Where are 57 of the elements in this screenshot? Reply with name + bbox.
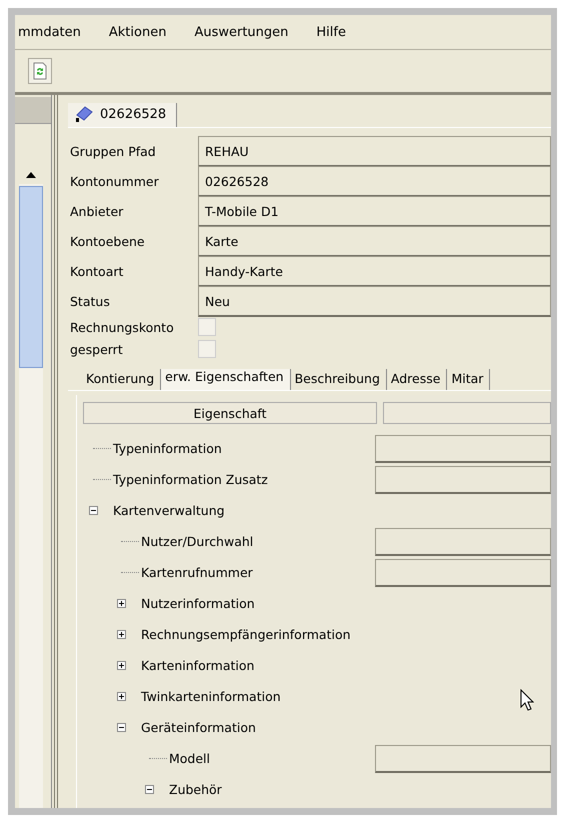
value-field[interactable] bbox=[375, 466, 551, 494]
column-header[interactable]: Eigenschaft bbox=[83, 402, 377, 424]
tree-item[interactable]: Karteninformation bbox=[139, 658, 254, 673]
text-field[interactable]: Handy-Karte bbox=[198, 256, 551, 287]
refresh-icon bbox=[32, 62, 48, 80]
panel-header bbox=[15, 97, 51, 124]
expand-icon[interactable] bbox=[117, 661, 126, 670]
text-field[interactable]: REHAU bbox=[198, 136, 551, 167]
collapse-icon[interactable] bbox=[117, 723, 126, 732]
checkbox-label: gesperrt bbox=[69, 342, 124, 356]
field-label: Gruppen Pfad bbox=[69, 142, 157, 161]
checkbox[interactable] bbox=[198, 340, 216, 358]
value-field[interactable] bbox=[375, 528, 551, 556]
pointer-icon bbox=[520, 689, 534, 711]
tree-item[interactable]: Rechnungsempfängerinformation bbox=[139, 627, 351, 642]
checkbox-label: Rechnungskonto bbox=[69, 320, 175, 334]
tab[interactable]: Beschreibung bbox=[290, 369, 387, 390]
value-field[interactable] bbox=[375, 744, 551, 772]
field-label: Anbieter bbox=[69, 202, 124, 220]
value-field[interactable] bbox=[375, 558, 551, 586]
field-label: Kontonummer bbox=[69, 172, 160, 190]
text-field[interactable]: Neu bbox=[198, 286, 551, 317]
tab[interactable]: Adresse bbox=[386, 369, 448, 390]
checkbox[interactable] bbox=[198, 318, 216, 336]
text-field[interactable]: T-Mobile D1 bbox=[198, 196, 551, 227]
tree-item[interactable]: Kartenverwaltung bbox=[111, 503, 225, 518]
tree-item[interactable]: Typeninformation Zusatz bbox=[111, 472, 268, 487]
tree-item[interactable]: Kartenrufnummer bbox=[139, 565, 253, 580]
text-field[interactable]: Karte bbox=[198, 226, 551, 257]
field-label: Kontoebene bbox=[69, 232, 146, 250]
field-label: Status bbox=[69, 292, 111, 310]
collapse-icon[interactable] bbox=[89, 506, 98, 515]
tab[interactable]: Mitar bbox=[447, 369, 490, 390]
tree-item[interactable]: Nutzerinformation bbox=[139, 596, 255, 611]
tree-item[interactable]: Geräteinformation bbox=[139, 720, 256, 735]
tree-item[interactable]: Modell bbox=[167, 751, 210, 766]
expand-icon[interactable] bbox=[117, 692, 126, 701]
tree-item[interactable]: Twinkarteninformation bbox=[139, 689, 281, 704]
up-arrow-icon bbox=[26, 172, 36, 178]
menu-item[interactable]: Aktionen bbox=[106, 24, 168, 40]
refresh-button[interactable] bbox=[28, 58, 52, 84]
expand-icon[interactable] bbox=[117, 630, 126, 639]
text-field[interactable]: 02626528 bbox=[198, 166, 551, 197]
tab[interactable]: erw. Eigenschaften bbox=[161, 369, 291, 390]
scroll-thumb[interactable] bbox=[19, 186, 43, 368]
tree-item[interactable]: Zubehör bbox=[167, 782, 222, 797]
collapse-icon[interactable] bbox=[145, 785, 154, 794]
document-tab[interactable]: 02626528 bbox=[68, 103, 178, 127]
expand-icon[interactable] bbox=[117, 599, 126, 608]
tree-item[interactable]: Nutzer/Durchwahl bbox=[139, 534, 254, 549]
tree-item[interactable]: Typeninformation bbox=[111, 441, 222, 456]
menu-item[interactable]: Hilfe bbox=[314, 24, 348, 40]
menu-item[interactable]: Auswertungen bbox=[192, 24, 290, 40]
scrollbar[interactable] bbox=[19, 166, 43, 808]
menu-item[interactable]: mmdaten bbox=[16, 24, 83, 40]
field-label: Kontoart bbox=[69, 262, 124, 280]
value-field[interactable] bbox=[375, 434, 551, 462]
